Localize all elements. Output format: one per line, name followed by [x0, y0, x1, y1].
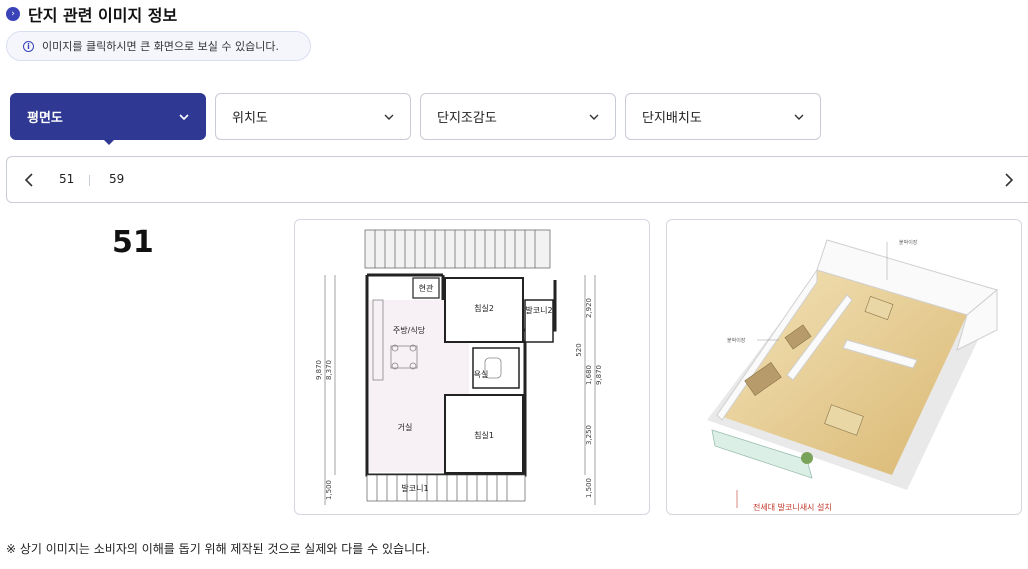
- notice-banner: i 이미지를 클릭하시면 큰 화면으로 보실 수 있습니다.: [6, 31, 311, 61]
- render-label: 붙박이장: [899, 239, 918, 246]
- tab-label: 단지조감도: [437, 111, 497, 126]
- render-3d-image[interactable]: 붙박이장 붙박이장 전세대 발코니새시 설치: [666, 219, 1022, 515]
- section-header: › 단지 관련 이미지 정보: [6, 2, 177, 26]
- chevron-left-icon[interactable]: [23, 172, 35, 188]
- size-selector: 51 59: [6, 156, 1028, 203]
- room-label-bedroom1: 침실1: [474, 430, 494, 440]
- dim-label: 8,370: [325, 360, 333, 380]
- room-label-balcony2: 발코니2: [525, 305, 552, 315]
- render-label: 붙박이장: [727, 337, 746, 344]
- chevron-down-icon: [794, 114, 804, 120]
- dim-label: 9,870: [595, 365, 603, 385]
- tab-floorplan[interactable]: 평면도: [10, 93, 206, 145]
- tab-label: 위치도: [232, 111, 268, 126]
- dim-label: 3,250: [585, 425, 593, 445]
- chevron-down-icon: [384, 114, 394, 120]
- disclaimer-footnote: ※ 상기 이미지는 소비자의 이해를 돕기 위해 제작된 것으로 실제와 다를 …: [6, 542, 430, 556]
- render-caption: 전세대 발코니새시 설치: [753, 502, 832, 512]
- room-label-balcony1: 발코니1: [401, 483, 428, 493]
- room-label-bedroom2: 침실2: [474, 303, 494, 313]
- dim-label: 1,680: [585, 365, 593, 385]
- room-label-living: 거실: [398, 422, 413, 432]
- image-type-tabs: 평면도 위치도 단지조감도 단지배치도: [10, 93, 821, 145]
- size-option-59[interactable]: 59: [109, 172, 124, 186]
- floorplan-image[interactable]: 현관 침실2 발코니2 주방/식당 욕실 거실 침실1 발코니1 9,870 8…: [294, 219, 650, 515]
- floorplan-drawing: 현관 침실2 발코니2 주방/식당 욕실 거실 침실1 발코니1 9,870 8…: [315, 229, 603, 505]
- dim-label: 9,870: [315, 360, 323, 380]
- dim-label: 1,500: [585, 478, 593, 498]
- room-label-kitchen: 주방/식당: [393, 325, 426, 335]
- dim-label: 520: [575, 343, 583, 356]
- render-3d-drawing: 붙박이장 붙박이장 전세대 발코니새시 설치: [707, 239, 999, 512]
- chevron-down-icon: [589, 114, 599, 120]
- room-label-bathroom: 욕실: [474, 369, 489, 379]
- selected-size-heading: 51: [112, 225, 154, 260]
- dim-label: 2,920: [585, 298, 593, 318]
- room-label-entrance: 현관: [419, 283, 434, 293]
- notice-text: 이미지를 클릭하시면 큰 화면으로 보실 수 있습니다.: [42, 40, 279, 53]
- chevron-down-icon: [179, 113, 189, 120]
- info-icon: i: [23, 40, 34, 52]
- tab-label: 단지배치도: [642, 111, 702, 126]
- size-option-51[interactable]: 51: [59, 172, 74, 186]
- chevron-right-icon[interactable]: [1003, 172, 1015, 188]
- tab-bird-eye-view[interactable]: 단지조감도: [420, 93, 616, 140]
- dim-label: 1,500: [325, 480, 333, 500]
- tab-site-plan[interactable]: 단지배치도: [625, 93, 821, 140]
- tab-location-map[interactable]: 위치도: [215, 93, 411, 140]
- section-title: 단지 관련 이미지 정보: [28, 6, 178, 25]
- chevron-right-circle-icon: ›: [6, 7, 20, 21]
- divider: [89, 175, 90, 186]
- tab-label: 평면도: [27, 111, 63, 126]
